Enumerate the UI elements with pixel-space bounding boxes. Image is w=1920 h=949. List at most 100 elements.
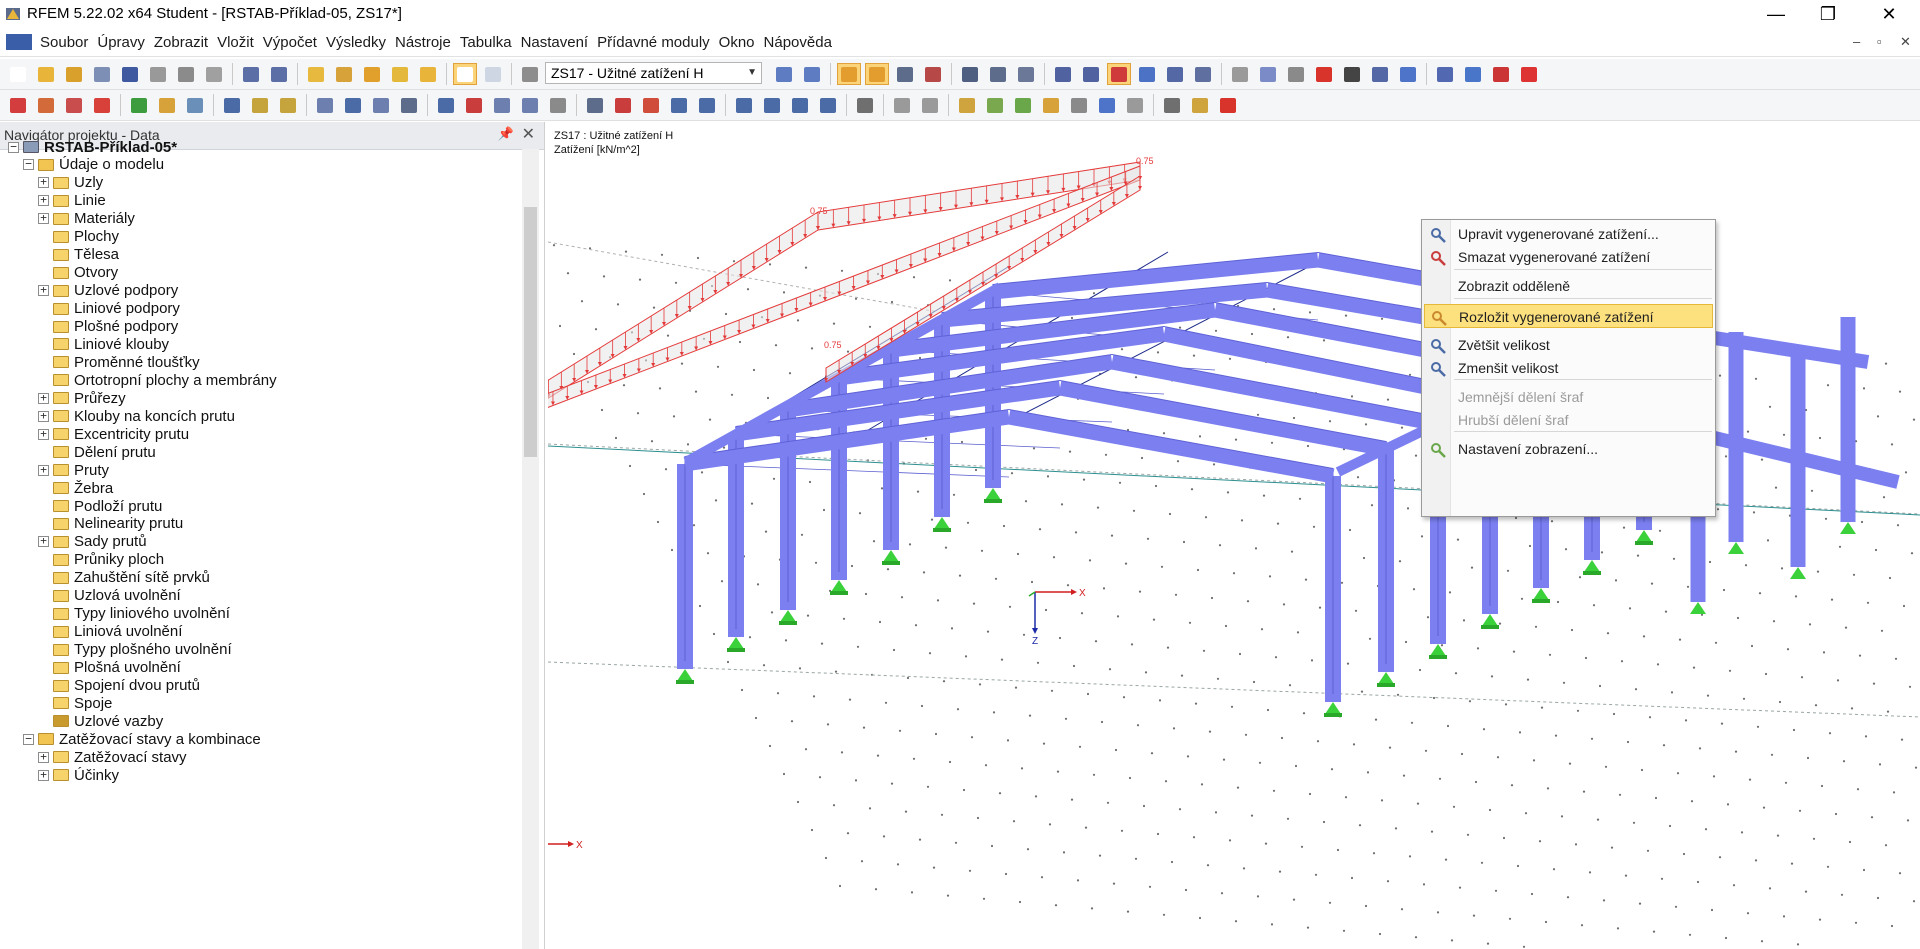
pin-icon[interactable]: 📌 (498, 126, 514, 142)
tb1r-tool-icon-0[interactable] (772, 63, 796, 85)
tb2-tool-icon-31[interactable] (760, 94, 784, 116)
load-case-select[interactable]: ZS17 - Užitné zatížení H ▼ (545, 62, 762, 84)
expand-icon[interactable]: + (38, 392, 49, 404)
tb1r-tool-icon-22[interactable] (1312, 63, 1336, 85)
tb2-tool-icon-48[interactable] (1160, 94, 1184, 116)
document-icon[interactable] (6, 34, 32, 50)
tb1r-tool-icon-10[interactable] (1014, 63, 1038, 85)
tb2-tool-icon-37[interactable] (890, 94, 914, 116)
tb1r-tool-icon-19[interactable] (1228, 63, 1252, 85)
context-menu-item[interactable]: Smazat vygenerované zatížení (1424, 245, 1713, 269)
tb1r-tool-icon-27[interactable] (1433, 63, 1457, 85)
tb2-tool-icon-10[interactable] (248, 94, 272, 116)
tb2-tool-icon-26[interactable] (639, 94, 663, 116)
mdi-close-icon[interactable]: ✕ (1900, 34, 1911, 50)
tb1-tool-icon-0[interactable] (6, 63, 30, 85)
tb1-tool-icon-4[interactable] (118, 63, 142, 85)
tb2-tool-icon-40[interactable] (955, 94, 979, 116)
tb2-tool-icon-50[interactable] (1216, 94, 1240, 116)
tb2-tool-icon-32[interactable] (788, 94, 812, 116)
tb1-tool-icon-16[interactable] (416, 63, 440, 85)
context-menu-item[interactable]: Zobrazit odděleně (1424, 274, 1713, 298)
tb1r-tool-icon-21[interactable] (1284, 63, 1308, 85)
tb2-tool-icon-43[interactable] (1039, 94, 1063, 116)
restore-button[interactable]: ❐ (1805, 0, 1851, 28)
menu-11[interactable]: Nápověda (764, 34, 841, 51)
tb2-tool-icon-45[interactable] (1095, 94, 1119, 116)
tb1-tool-icon-14[interactable] (360, 63, 384, 85)
tree-load-item[interactable]: + Účinky (38, 764, 119, 786)
context-menu-item[interactable]: Upravit vygenerované zatížení... (1424, 222, 1713, 246)
menu-7[interactable]: Tabulka (460, 34, 521, 51)
expand-icon[interactable]: + (38, 284, 49, 297)
tb1r-tool-icon-3[interactable] (837, 63, 861, 85)
tb2-tool-icon-19[interactable] (462, 94, 486, 116)
tb1r-tool-icon-16[interactable] (1163, 63, 1187, 85)
tb2-tool-icon-42[interactable] (1011, 94, 1035, 116)
tb1-tool-icon-3[interactable] (90, 63, 114, 85)
expand-icon[interactable]: + (38, 176, 49, 189)
tb2-tool-icon-6[interactable] (155, 94, 179, 116)
menu-0[interactable]: Soubor (40, 34, 97, 51)
tb2-tool-icon-30[interactable] (732, 94, 756, 116)
tb1-tool-icon-15[interactable] (388, 63, 412, 85)
context-menu-item[interactable]: Zvětšit velikost (1424, 333, 1713, 357)
tb1-tool-icon-2[interactable] (62, 63, 86, 85)
collapse-icon[interactable]: − (23, 158, 34, 171)
tb1r-tool-icon-25[interactable] (1396, 63, 1420, 85)
tb2-tool-icon-2[interactable] (62, 94, 86, 116)
tb1-tool-icon-10[interactable] (267, 63, 291, 85)
menu-3[interactable]: Vložit (217, 34, 263, 51)
tb2-tool-icon-24[interactable] (583, 94, 607, 116)
expand-icon[interactable]: + (38, 535, 49, 548)
tb1-tool-icon-21[interactable] (518, 63, 542, 85)
tb1r-tool-icon-17[interactable] (1191, 63, 1215, 85)
tb1r-tool-icon-12[interactable] (1051, 63, 1075, 85)
tb2-tool-icon-20[interactable] (490, 94, 514, 116)
context-menu-item[interactable]: Nastavení zobrazení... (1424, 437, 1713, 461)
tb1r-tool-icon-4[interactable] (865, 63, 889, 85)
menu-4[interactable]: Výpočet (263, 34, 326, 51)
tb2-tool-icon-7[interactable] (183, 94, 207, 116)
tb2-tool-icon-38[interactable] (918, 94, 942, 116)
tb1r-tool-icon-28[interactable] (1461, 63, 1485, 85)
tb1r-tool-icon-13[interactable] (1079, 63, 1103, 85)
menu-1[interactable]: Úpravy (97, 34, 154, 51)
tb1-tool-icon-5[interactable] (146, 63, 170, 85)
tb1r-tool-icon-8[interactable] (958, 63, 982, 85)
menu-9[interactable]: Přídavné moduly (597, 34, 719, 51)
context-menu-item[interactable]: Hrubší dělení šraf (1424, 408, 1713, 432)
collapse-icon[interactable]: − (8, 141, 19, 153)
tb1r-tool-icon-24[interactable] (1368, 63, 1392, 85)
tb1r-tool-icon-14[interactable] (1107, 63, 1131, 85)
tb2-tool-icon-49[interactable] (1188, 94, 1212, 116)
tb1-tool-icon-19[interactable] (481, 63, 505, 85)
tb1-tool-icon-9[interactable] (239, 63, 263, 85)
tb1r-tool-icon-6[interactable] (921, 63, 945, 85)
menu-5[interactable]: Výsledky (326, 34, 395, 51)
mdi-minimize-icon[interactable]: – (1853, 34, 1860, 49)
menu-6[interactable]: Nástroje (395, 34, 460, 51)
tb2-tool-icon-0[interactable] (6, 94, 30, 116)
tb2-tool-icon-15[interactable] (369, 94, 393, 116)
tb1r-tool-icon-1[interactable] (800, 63, 824, 85)
tb2-tool-icon-21[interactable] (518, 94, 542, 116)
tb1r-tool-icon-5[interactable] (893, 63, 917, 85)
minimize-button[interactable]: — (1753, 0, 1799, 28)
tb2-tool-icon-13[interactable] (313, 94, 337, 116)
tb1r-tool-icon-30[interactable] (1517, 63, 1541, 85)
tb2-tool-icon-33[interactable] (816, 94, 840, 116)
tb1-tool-icon-7[interactable] (202, 63, 226, 85)
tb1-tool-icon-13[interactable] (332, 63, 356, 85)
tb2-tool-icon-46[interactable] (1123, 94, 1147, 116)
tb2-tool-icon-9[interactable] (220, 94, 244, 116)
context-menu-item[interactable]: Zmenšit velikost (1424, 356, 1713, 380)
expand-icon[interactable]: + (38, 428, 49, 440)
mdi-restore-icon[interactable]: ▫ (1877, 34, 1882, 49)
tb2-tool-icon-22[interactable] (546, 94, 570, 116)
tb2-tool-icon-16[interactable] (397, 94, 421, 116)
menu-8[interactable]: Nastavení (521, 34, 598, 51)
tb2-tool-icon-27[interactable] (667, 94, 691, 116)
tb1-tool-icon-18[interactable] (453, 63, 477, 85)
tb2-tool-icon-18[interactable] (434, 94, 458, 116)
